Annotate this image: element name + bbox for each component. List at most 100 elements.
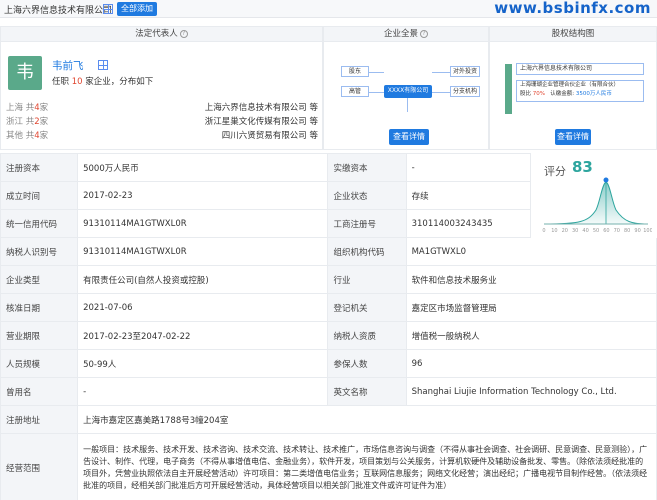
- taxpayer-qual-label: 纳税人资质: [327, 321, 407, 350]
- score-distribution-chart: 0 10 20 30 40 50 60 70 80 90 100: [542, 177, 652, 234]
- score-tick-label: 30: [572, 228, 578, 234]
- grid-icon[interactable]: [98, 60, 108, 70]
- full-view-detail-button[interactable]: 查看详情: [389, 129, 429, 145]
- watermark: www.bsbinfx.com: [494, 0, 651, 17]
- invest-node: 对外投资: [450, 66, 480, 77]
- company-name: 上海六界信息技术有限公司: [4, 6, 113, 16]
- equity-sub-company[interactable]: 上海珊瑚企业管理合伙企业（有限合伙） 股比 70% 认缴金额: 3500万人民币: [516, 80, 644, 102]
- connector-line: [432, 72, 450, 73]
- connector-line: [369, 92, 384, 93]
- sub-company-name: 上海珊瑚企业管理合伙企业（有限合伙）: [520, 82, 620, 88]
- paid-capital-label: 实缴资本: [327, 153, 407, 182]
- taxpayer-id-value: 91310114MA1GTWXL0R: [77, 237, 329, 266]
- taxpayer-qual-value: 增值税一般纳税人: [405, 321, 657, 350]
- score-tick-label: 60: [603, 228, 609, 234]
- help-icon[interactable]: ?: [420, 29, 428, 38]
- executive-node: 高管: [341, 86, 369, 97]
- former-name-value: -: [77, 377, 329, 406]
- score-tick-label: 90: [634, 228, 640, 234]
- staff-value: 50-99人: [77, 349, 329, 378]
- full-view-title: 企业全景: [383, 29, 418, 39]
- full-view-header: 企业全景?: [323, 26, 489, 42]
- desc-suffix: 家企业，分布如下: [85, 77, 154, 87]
- help-icon[interactable]: ?: [179, 29, 188, 38]
- insured-value: 96: [405, 349, 657, 378]
- avatar: 韦: [8, 56, 42, 90]
- add-all-button[interactable]: 全部添加: [117, 2, 157, 16]
- equity-header: 股权结构图: [489, 26, 657, 42]
- org-code-label: 组织机构代码: [327, 237, 407, 266]
- grid-icon[interactable]: [103, 4, 113, 14]
- connector-line: [369, 72, 384, 73]
- authority-value: 嘉定区市场监督管理局: [405, 293, 657, 322]
- center-company-node: XXXX有限公司: [384, 85, 432, 98]
- score-tick-labels: 0 10 20 30 40 50 60 70 80 90 100: [542, 228, 652, 234]
- desc-count: 10: [71, 77, 83, 87]
- authority-label: 登记机关: [327, 293, 407, 322]
- region-row[interactable]: 上海 共4家 上海六界信息技术有限公司 等: [6, 101, 318, 113]
- region-label: 其他 共4家: [6, 131, 49, 141]
- founded-label: 成立时间: [0, 181, 79, 210]
- org-code-value: MA1GTWXL0: [405, 237, 657, 266]
- region-label: 浙江 共2家: [6, 117, 49, 127]
- reg-no-label: 工商注册号: [327, 209, 407, 238]
- scope-value: 一般项目：技术服务、技术开发、技术咨询、技术交流、技术转让、技术推广，市场信息咨…: [77, 433, 657, 500]
- insured-label: 参保人数: [327, 349, 407, 378]
- score-tick-label: 0: [542, 228, 545, 234]
- legal-rep-title: 法定代表人: [135, 29, 178, 39]
- score-tick-label: 10: [551, 228, 557, 234]
- equity-top-company: 上海六界信息技术有限公司: [516, 63, 644, 75]
- period-label: 营业期限: [0, 321, 79, 350]
- taxpayer-id-label: 纳税人识别号: [0, 237, 79, 266]
- status-value: 存续: [405, 181, 531, 210]
- founded-value: 2017-02-23: [77, 181, 329, 210]
- industry-value: 软件和信息技术服务业: [405, 265, 657, 294]
- connector-line: [432, 92, 450, 93]
- approval-date-label: 核准日期: [0, 293, 79, 322]
- reg-no-value: 310114003243435: [405, 209, 531, 238]
- equity-ratio-row: 股比 70% 认缴金额: 3500万人民币: [520, 91, 612, 97]
- rep-name-link[interactable]: 韦前飞: [52, 58, 84, 73]
- score-marker-dot: [603, 177, 609, 183]
- english-name-value: Shanghai Liujie Information Technology C…: [405, 377, 657, 406]
- rep-description: 任职 10 家企业，分布如下: [52, 75, 153, 87]
- period-value: 2017-02-23至2047-02-22: [77, 321, 329, 350]
- score-tick-label: 80: [624, 228, 630, 234]
- address-label: 注册地址: [0, 405, 79, 434]
- equity-title: 股权结构图: [551, 29, 595, 39]
- score-curve: [543, 181, 649, 225]
- staff-label: 人员规模: [0, 349, 79, 378]
- region-company[interactable]: 浙江星巢文化传媒有限公司 等: [205, 115, 318, 127]
- equity-detail-button[interactable]: 查看详情: [555, 129, 591, 145]
- paid-capital-value: -: [405, 153, 531, 182]
- status-label: 企业状态: [327, 181, 407, 210]
- equity-marker: [505, 64, 512, 114]
- address-value: 上海市嘉定区嘉美路1788号3幢204室: [77, 405, 657, 434]
- connector-line: [407, 98, 408, 112]
- credit-code-value: 91310114MA1GTWXL0R: [77, 209, 329, 238]
- scope-label: 经营范围: [0, 433, 79, 500]
- former-name-label: 曾用名: [0, 377, 79, 406]
- score-tick-label: 100: [643, 228, 652, 234]
- approval-date-value: 2021-07-06: [77, 293, 329, 322]
- branch-node: 分支机构: [450, 86, 480, 97]
- reg-capital-label: 注册资本: [0, 153, 79, 182]
- region-label: 上海 共4家: [6, 103, 49, 113]
- reg-capital-value: 5000万人民币: [77, 153, 329, 182]
- score-tick-label: 50: [593, 228, 599, 234]
- industry-label: 行业: [327, 265, 407, 294]
- score-tick-label: 20: [562, 228, 568, 234]
- shareholder-node: 股东: [341, 66, 369, 77]
- region-company[interactable]: 上海六界信息技术有限公司 等: [205, 101, 318, 113]
- region-company[interactable]: 四川六贤贸易有限公司 等: [222, 129, 318, 141]
- desc-prefix: 任职: [52, 77, 70, 87]
- region-row[interactable]: 其他 共4家 四川六贤贸易有限公司 等: [6, 129, 318, 141]
- score-tick-label: 70: [614, 228, 620, 234]
- company-type-value: 有限责任公司(自然人投资或控股): [77, 265, 329, 294]
- credit-code-label: 统一信用代码: [0, 209, 79, 238]
- score-tick-label: 40: [582, 228, 588, 234]
- region-row[interactable]: 浙江 共2家 浙江星巢文化传媒有限公司 等: [6, 115, 318, 127]
- legal-rep-header: 法定代表人?: [0, 26, 323, 42]
- english-name-label: 英文名称: [327, 377, 407, 406]
- company-type-label: 企业类型: [0, 265, 79, 294]
